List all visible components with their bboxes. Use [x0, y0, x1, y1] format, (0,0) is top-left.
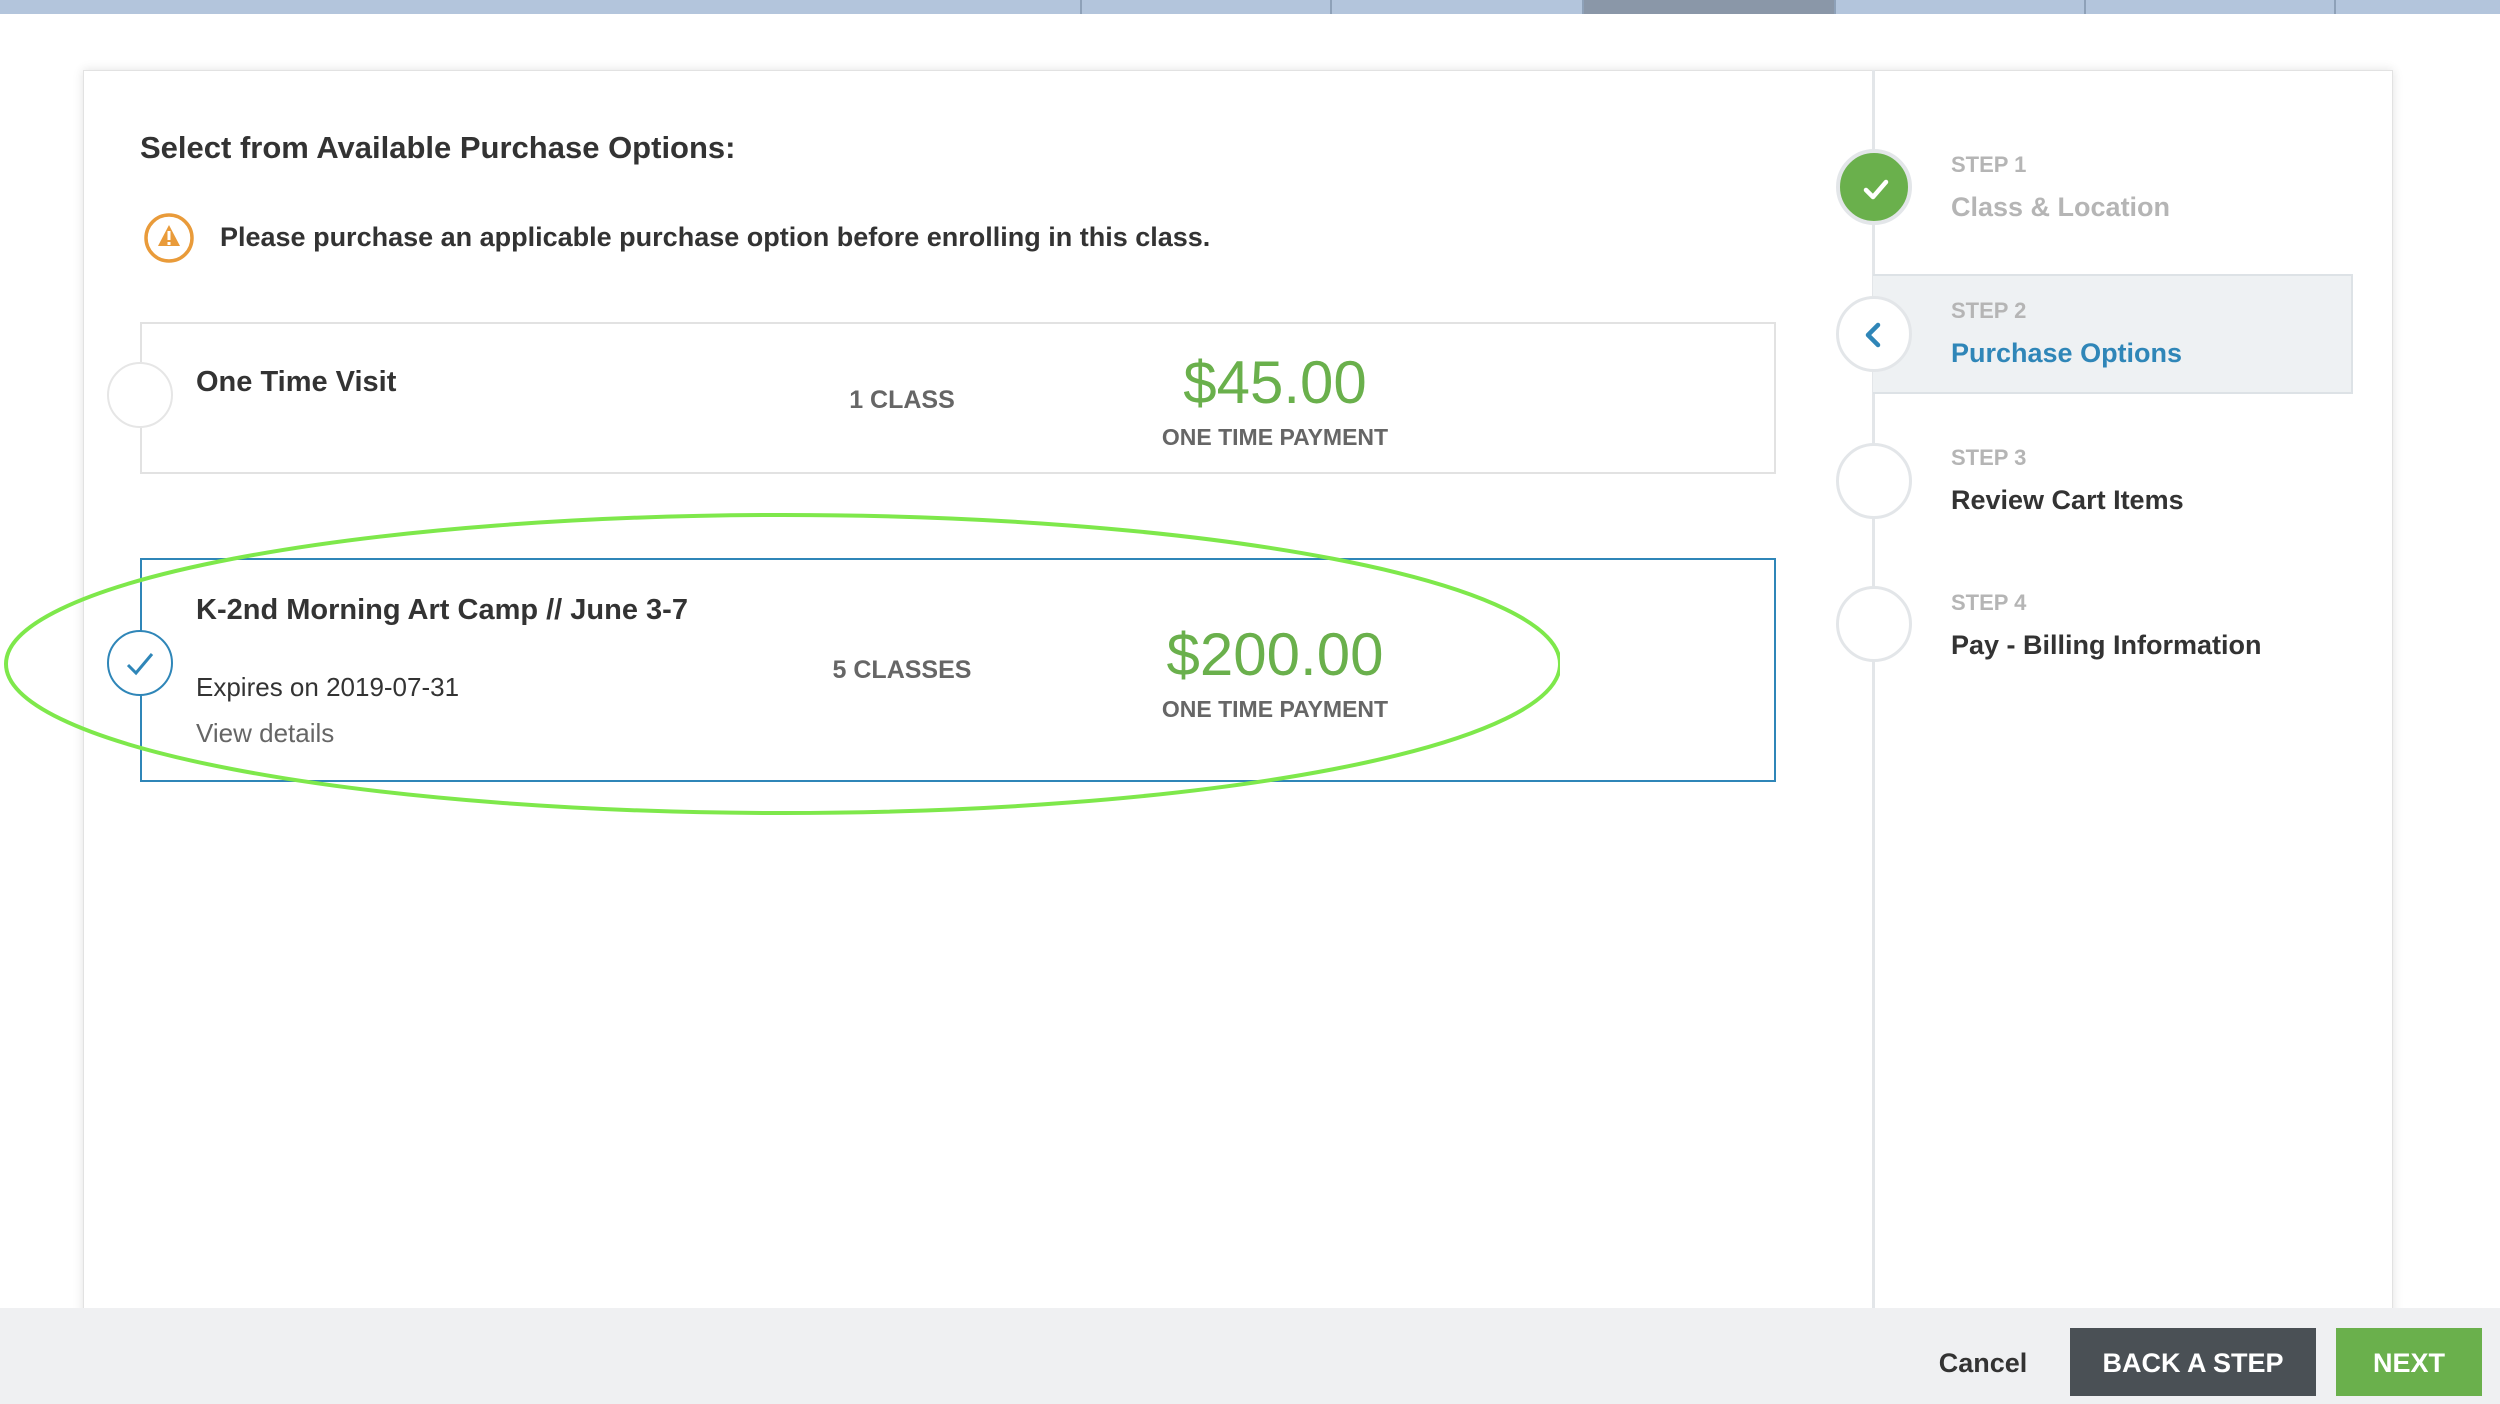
page-heading: Select from Available Purchase Options: — [140, 130, 736, 165]
option-expiration: Expires on 2019-07-31 — [196, 672, 460, 702]
step-4-indicator — [1836, 586, 1912, 662]
back-a-step-button[interactable]: BACK A STEP — [2070, 1328, 2316, 1396]
check-icon — [1863, 179, 1889, 200]
option-class-count: 1 CLASS — [849, 386, 955, 414]
option-price: $45.00 — [1183, 349, 1367, 416]
step-title[interactable]: Purchase Options — [1951, 338, 2182, 369]
step-number: STEP 4 — [1951, 590, 2027, 615]
option-price: $200.00 — [1166, 621, 1384, 688]
nav-segment[interactable] — [1834, 0, 2084, 14]
nav-segment-active[interactable] — [1582, 0, 1834, 14]
option-class-count: 5 CLASSES — [832, 656, 972, 684]
option-payment-term: ONE TIME PAYMENT — [1161, 696, 1389, 722]
step-title: Pay - Billing Information — [1951, 630, 2262, 660]
warning-message: Please purchase an applicable purchase o… — [220, 222, 1211, 252]
step-2-indicator[interactable] — [1836, 296, 1912, 372]
option-name: One Time Visit — [196, 366, 397, 398]
nav-segment[interactable] — [2334, 0, 2500, 14]
top-navigation-bar — [0, 0, 2500, 14]
option-radio[interactable] — [107, 362, 173, 428]
view-details-link[interactable]: View details — [196, 718, 334, 749]
option-payment-term: ONE TIME PAYMENT — [1161, 424, 1389, 450]
option-radio-selected[interactable] — [107, 630, 173, 696]
next-button[interactable]: NEXT — [2336, 1328, 2482, 1396]
check-icon — [126, 653, 154, 676]
step-number: STEP 1 — [1951, 152, 2027, 177]
stepper-divider — [1872, 70, 1875, 1374]
step-title: Review Cart Items — [1951, 485, 2184, 515]
cancel-button[interactable]: Cancel — [1908, 1328, 2058, 1396]
option-name: K-2nd Morning Art Camp // June 3-7 — [196, 594, 688, 626]
nav-segment[interactable] — [1330, 0, 1582, 14]
step-number: STEP 3 — [1951, 445, 2027, 470]
step-1-indicator[interactable] — [1836, 149, 1912, 225]
warning-icon — [144, 213, 194, 263]
step-3-indicator — [1836, 443, 1912, 519]
active-step-highlight — [1873, 274, 2353, 394]
step-number: STEP 2 — [1951, 298, 2027, 323]
nav-segment[interactable] — [2084, 0, 2334, 14]
chevron-left-icon — [1865, 322, 1881, 348]
nav-segment[interactable] — [1080, 0, 1330, 14]
step-title[interactable]: Class & Location — [1951, 192, 2170, 223]
